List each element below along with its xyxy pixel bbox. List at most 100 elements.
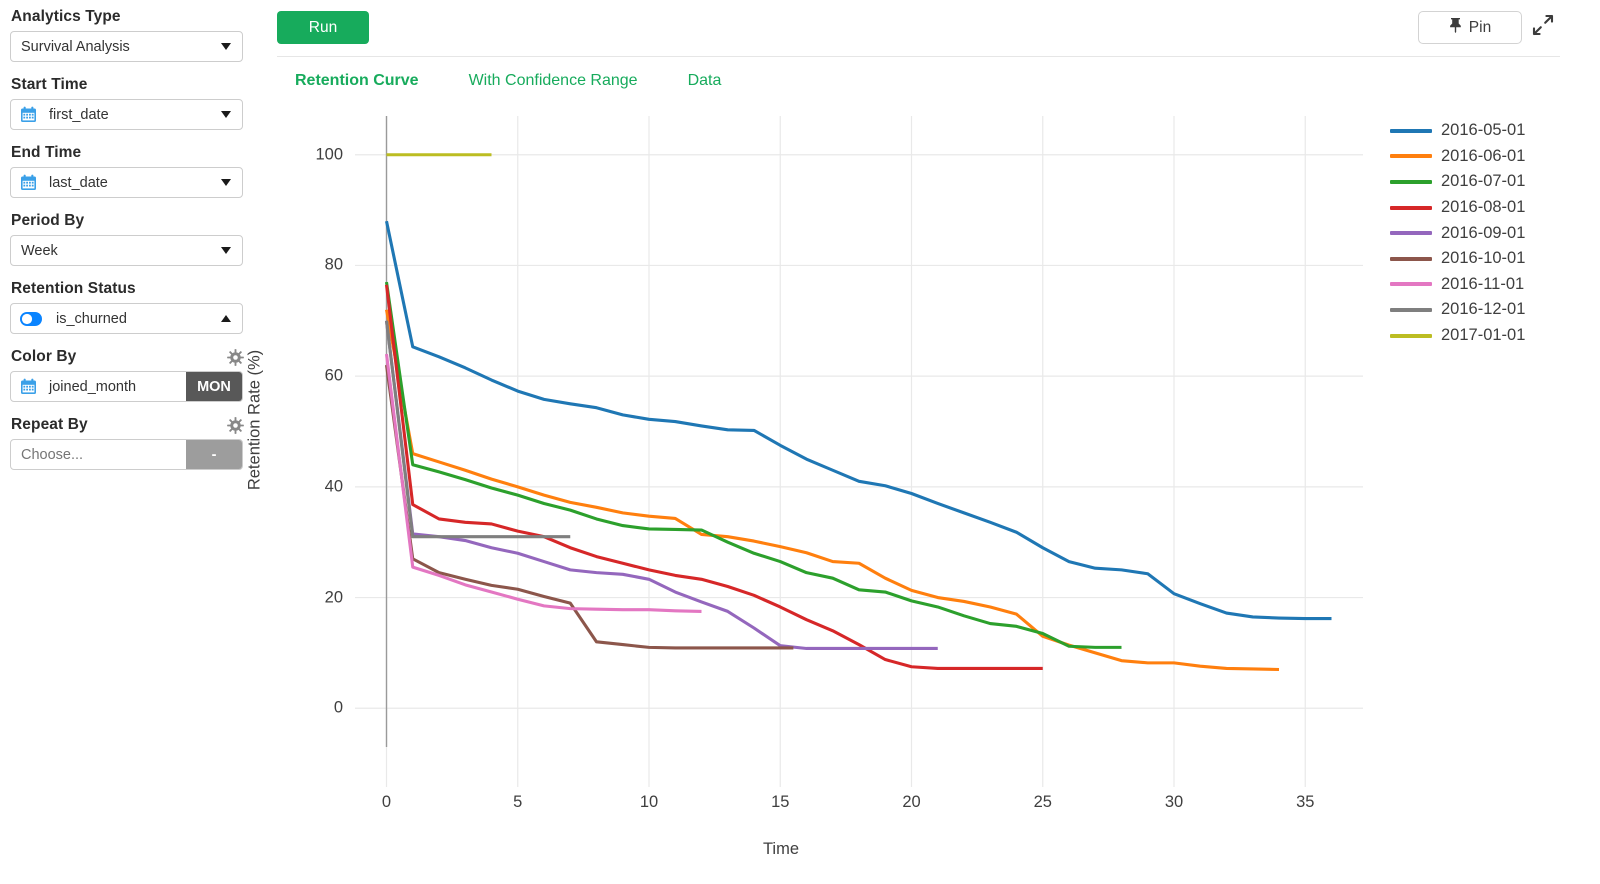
field-label: Color By bbox=[11, 348, 244, 366]
field-label-text: Period By bbox=[11, 212, 85, 229]
series-line-2016-11-01 bbox=[384, 353, 702, 613]
legend-item[interactable]: 2016-12-01 bbox=[1390, 297, 1525, 323]
calendar-icon bbox=[21, 106, 36, 122]
y-axis-label: Retention Rate (%) bbox=[245, 349, 264, 491]
field-label-text: Start Time bbox=[11, 76, 88, 93]
legend-label: 2016-10-01 bbox=[1441, 249, 1526, 268]
legend-item[interactable]: 2017-01-01 bbox=[1390, 323, 1525, 349]
gear-icon[interactable] bbox=[227, 348, 244, 366]
gear-icon[interactable] bbox=[227, 416, 244, 434]
chart-legend: 2016-05-01 2016-06-01 2016-07-01 2016-08-01… bbox=[1390, 118, 1525, 348]
field-suffix-badge[interactable]: MON bbox=[186, 372, 242, 401]
field-label-text: End Time bbox=[11, 144, 82, 161]
run-button[interactable]: Run bbox=[277, 11, 369, 44]
x-tick-label: 15 bbox=[771, 793, 790, 811]
sidebar-field-start-time: Start Time first_date bbox=[10, 76, 244, 130]
legend-swatch bbox=[1390, 128, 1432, 133]
field-control[interactable]: Survival Analysis bbox=[10, 31, 243, 62]
legend-item[interactable]: 2016-05-01 bbox=[1390, 118, 1525, 144]
legend-label: 2016-11-01 bbox=[1441, 274, 1525, 293]
legend-swatch bbox=[1390, 231, 1432, 236]
plot-svg bbox=[355, 116, 1363, 787]
field-label-text: Retention Status bbox=[11, 280, 136, 297]
legend-swatch bbox=[1390, 333, 1432, 338]
legend-item[interactable]: 2016-09-01 bbox=[1390, 220, 1525, 246]
legend-swatch bbox=[1390, 154, 1432, 159]
field-label-text: Repeat By bbox=[11, 416, 88, 433]
field-label: End Time bbox=[11, 144, 244, 162]
field-suffix-badge[interactable]: - bbox=[186, 440, 242, 469]
x-tick-label: 25 bbox=[1033, 793, 1052, 811]
field-control[interactable]: is_churned bbox=[10, 303, 243, 334]
chevron-up-icon[interactable] bbox=[221, 315, 231, 322]
pin-button[interactable]: Pin bbox=[1418, 11, 1522, 44]
series-line-2016-05-01 bbox=[384, 220, 1332, 621]
field-control[interactable]: Week bbox=[10, 235, 243, 266]
x-tick-label: 20 bbox=[902, 793, 921, 811]
x-tick-label: 10 bbox=[639, 793, 659, 811]
field-control[interactable]: first_date bbox=[10, 99, 243, 130]
field-control[interactable]: joined_month MON bbox=[10, 371, 243, 402]
field-value: joined_month bbox=[49, 378, 137, 395]
pin-label: Pin bbox=[1468, 18, 1492, 36]
legend-swatch bbox=[1390, 179, 1432, 184]
chart-area: 0 20 40 60 80 100 0 5 10 15 20 25 30 35 Retention Rat… bbox=[246, 100, 1600, 884]
field-label: Period By bbox=[11, 212, 244, 230]
calendar-icon bbox=[21, 378, 36, 394]
chevron-down-icon[interactable] bbox=[221, 247, 231, 254]
sidebar-field-period-by: Period By Week bbox=[10, 212, 244, 266]
field-label: Start Time bbox=[11, 76, 244, 94]
legend-item[interactable]: 2016-11-01 bbox=[1390, 272, 1525, 298]
legend-label: 2016-06-01 bbox=[1441, 146, 1526, 165]
x-tick-label: 5 bbox=[513, 793, 523, 811]
field-control[interactable]: last_date bbox=[10, 167, 243, 198]
tab-retention-curve[interactable]: Retention Curve bbox=[289, 68, 425, 94]
y-tick-label: 40 bbox=[324, 477, 343, 496]
expand-button[interactable] bbox=[1530, 12, 1556, 38]
sidebar-field-analytics-type: Analytics Type Survival Analysis bbox=[10, 8, 244, 62]
legend-item[interactable]: 2016-10-01 bbox=[1390, 246, 1525, 272]
field-value: last_date bbox=[49, 174, 108, 191]
chevron-down-icon[interactable] bbox=[221, 179, 231, 186]
field-label: Repeat By bbox=[11, 416, 244, 434]
legend-item[interactable]: 2016-08-01 bbox=[1390, 195, 1525, 221]
x-axis-label: Time bbox=[762, 840, 800, 858]
field-value: is_churned bbox=[56, 310, 127, 327]
sidebar-field-repeat-by: Repeat By Choose... - bbox=[10, 416, 244, 470]
legend-label: 2017-01-01 bbox=[1441, 326, 1526, 345]
field-value: Survival Analysis bbox=[21, 38, 130, 55]
chevron-down-icon[interactable] bbox=[221, 43, 231, 50]
sidebar: Analytics Type Survival Analysis Start Tim… bbox=[0, 0, 258, 884]
sidebar-field-end-time: End Time last_date bbox=[10, 144, 244, 198]
x-tick-label: 0 bbox=[381, 793, 392, 811]
toolbar-divider bbox=[277, 56, 1560, 57]
retention-curve-plot: 0 20 40 60 80 100 0 5 10 15 20 25 30 35 bbox=[315, 116, 1363, 811]
legend-label: 2016-12-01 bbox=[1441, 300, 1526, 319]
x-tick-label: 35 bbox=[1296, 793, 1315, 811]
field-label: Retention Status bbox=[11, 280, 244, 298]
y-tick-label: 60 bbox=[324, 366, 343, 385]
field-control[interactable]: Choose... - bbox=[10, 439, 243, 470]
y-tick-label: 20 bbox=[324, 588, 343, 607]
legend-swatch bbox=[1390, 307, 1432, 312]
legend-item[interactable]: 2016-07-01 bbox=[1390, 169, 1525, 195]
x-tick-label: 30 bbox=[1164, 793, 1184, 811]
legend-swatch bbox=[1390, 256, 1432, 261]
expand-diagonal-icon bbox=[1532, 14, 1554, 36]
legend-item[interactable]: 2016-06-01 bbox=[1390, 144, 1525, 170]
legend-swatch bbox=[1390, 282, 1432, 287]
y-tick-label: 80 bbox=[324, 255, 343, 274]
sidebar-field-color-by: Color By joined_month MON bbox=[10, 348, 244, 402]
y-tick-label: 0 bbox=[333, 698, 343, 717]
sidebar-field-retention-status: Retention Status is_churned bbox=[10, 280, 244, 334]
field-value: first_date bbox=[49, 106, 109, 123]
legend-label: 2016-09-01 bbox=[1441, 223, 1526, 242]
toggle-icon bbox=[20, 311, 42, 326]
tab-data[interactable]: Data bbox=[682, 68, 728, 94]
chevron-down-icon[interactable] bbox=[221, 111, 231, 118]
tab-with-confidence-range[interactable]: With Confidence Range bbox=[463, 68, 644, 94]
field-value: Choose... bbox=[21, 446, 84, 463]
field-label-text: Analytics Type bbox=[11, 8, 121, 25]
calendar-icon bbox=[21, 174, 36, 190]
field-label: Analytics Type bbox=[11, 8, 244, 26]
